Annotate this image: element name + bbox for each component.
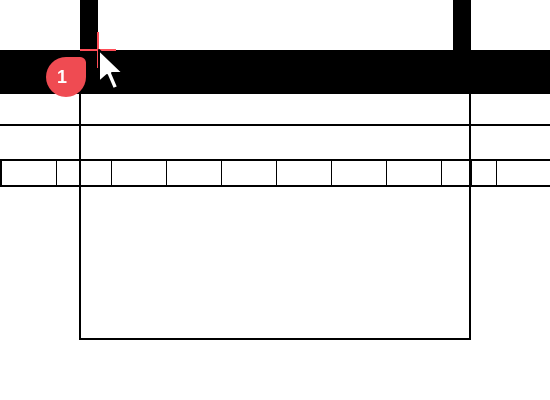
- cell[interactable]: [221, 159, 276, 187]
- cell-row: [0, 159, 550, 187]
- frame-left-line: [79, 94, 81, 340]
- cell[interactable]: [386, 159, 441, 187]
- cell[interactable]: [276, 159, 331, 187]
- cell[interactable]: [166, 159, 221, 187]
- mouse-pointer-icon: [98, 49, 124, 90]
- cell[interactable]: [0, 159, 56, 187]
- cell[interactable]: [56, 159, 80, 187]
- step-marker-badge: 1: [46, 57, 86, 97]
- cell[interactable]: [331, 159, 386, 187]
- cell[interactable]: [80, 159, 111, 187]
- cell[interactable]: [471, 159, 496, 187]
- step-marker-label: 1: [56, 66, 67, 87]
- cell[interactable]: [441, 159, 471, 187]
- cell[interactable]: [111, 159, 166, 187]
- frame-right-line: [469, 94, 471, 340]
- cell[interactable]: [496, 159, 550, 187]
- row-divider-1: [0, 124, 550, 126]
- frame-bottom-line: [79, 338, 471, 340]
- top-right-bar: [453, 0, 471, 52]
- top-left-bar: [80, 0, 98, 52]
